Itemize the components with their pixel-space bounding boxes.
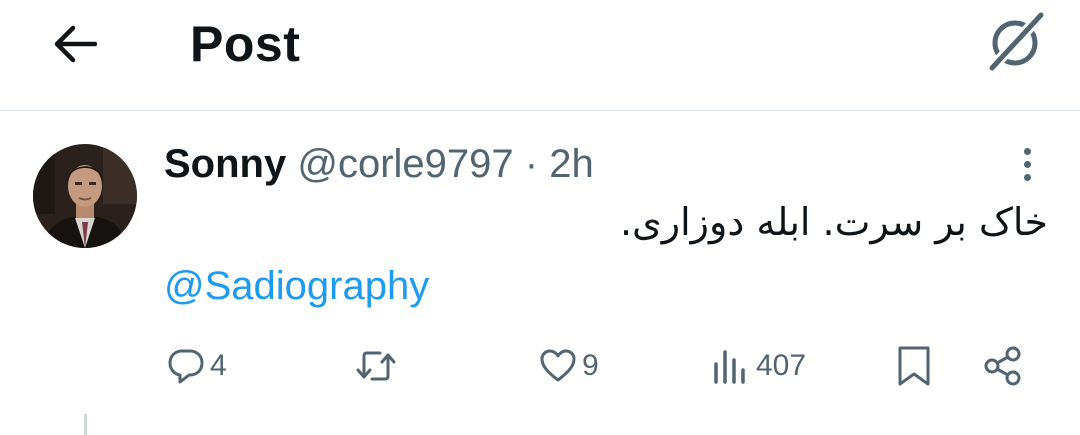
top-bar: Post xyxy=(0,0,1080,110)
like-icon xyxy=(540,349,576,382)
grok-icon xyxy=(984,10,1048,74)
separator-dot: · xyxy=(524,142,539,186)
action-bar: 4 9 407 xyxy=(0,336,1080,396)
bookmark-icon xyxy=(898,346,930,386)
share-icon xyxy=(984,346,1021,386)
post-time[interactable]: 2h xyxy=(549,142,594,186)
arrow-left-icon xyxy=(54,25,97,63)
reply-button[interactable]: 4 xyxy=(166,336,227,396)
mention-link[interactable]: @Sadiography xyxy=(164,258,429,314)
page-title: Post xyxy=(190,16,301,72)
tweet-text: خاک بر سرت. ابله دوزاری. xyxy=(619,200,1048,244)
more-vertical-icon xyxy=(1023,147,1031,155)
tweet-header: Sonny @corle9797 · 2h xyxy=(164,140,594,190)
retweet-button[interactable] xyxy=(354,336,402,396)
author-name[interactable]: Sonny xyxy=(164,142,286,186)
header-divider xyxy=(0,110,1080,111)
retweet-icon xyxy=(356,351,396,381)
like-button[interactable]: 9 xyxy=(538,336,599,396)
thread-line xyxy=(84,414,87,435)
views-count: 407 xyxy=(756,349,807,382)
more-options-button[interactable] xyxy=(1004,140,1050,188)
reply-icon xyxy=(168,349,204,384)
reply-count: 4 xyxy=(210,349,227,382)
views-button[interactable]: 407 xyxy=(712,336,806,396)
like-count: 9 xyxy=(582,349,599,382)
grok-button[interactable] xyxy=(980,6,1052,78)
back-button[interactable] xyxy=(44,16,104,72)
avatar[interactable] xyxy=(33,144,137,248)
bookmark-button[interactable] xyxy=(894,336,934,396)
share-button[interactable] xyxy=(982,336,1024,396)
views-icon xyxy=(714,350,745,384)
author-handle[interactable]: @corle9797 xyxy=(297,142,513,186)
